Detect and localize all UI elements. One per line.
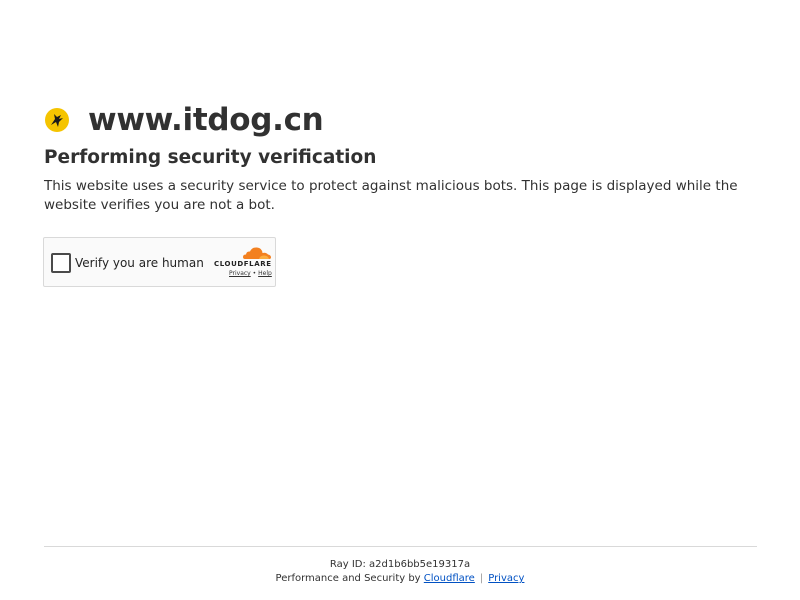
cloudflare-brand: CLOUDFLARE Privacy • Help bbox=[212, 246, 272, 280]
turnstile-widget: Verify you are human CLOUDFLARE Privacy … bbox=[43, 237, 276, 287]
cloudflare-cloud-icon bbox=[243, 247, 271, 259]
site-name: www.itdog.cn bbox=[88, 102, 324, 138]
performance-text: Performance and Security by bbox=[275, 573, 421, 584]
performance-line: Performance and Security by Cloudflare | P… bbox=[0, 572, 800, 586]
verify-checkbox[interactable] bbox=[51, 253, 71, 273]
page-description: This website uses a security service to … bbox=[44, 178, 738, 213]
footer-privacy-link[interactable]: Privacy bbox=[488, 573, 524, 584]
widget-link-separator: • bbox=[252, 270, 257, 277]
site-header: www.itdog.cn bbox=[44, 100, 760, 140]
footer: Ray ID: a2d1b6bb5e19317a Performance and… bbox=[0, 558, 800, 586]
footer-separator: | bbox=[479, 573, 484, 584]
cloudflare-link[interactable]: Cloudflare bbox=[424, 573, 475, 584]
widget-links: Privacy • Help bbox=[229, 270, 272, 277]
itdog-logo-icon bbox=[44, 107, 70, 133]
cloudflare-wordmark: CLOUDFLARE bbox=[214, 260, 272, 268]
main-content: www.itdog.cn Performing security verific… bbox=[44, 100, 760, 215]
verify-label: Verify you are human bbox=[75, 256, 204, 270]
widget-help-link[interactable]: Help bbox=[258, 270, 272, 277]
footer-divider bbox=[44, 546, 757, 547]
widget-privacy-link[interactable]: Privacy bbox=[229, 270, 251, 277]
ray-id: Ray ID: a2d1b6bb5e19317a bbox=[329, 559, 471, 570]
page-title: Performing security verification bbox=[44, 147, 377, 168]
